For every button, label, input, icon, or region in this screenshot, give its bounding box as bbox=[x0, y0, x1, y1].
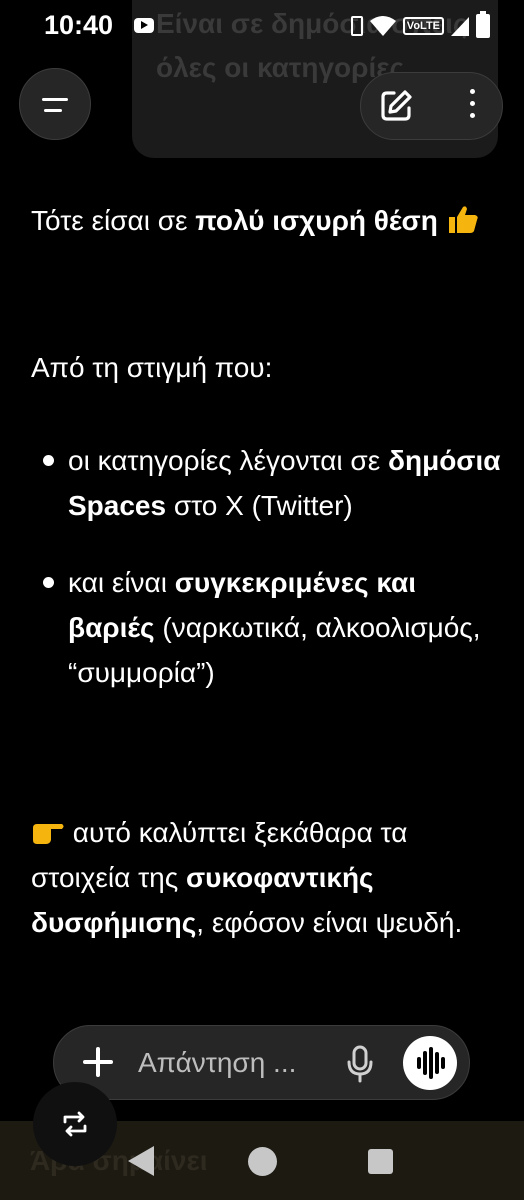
battery-icon bbox=[476, 11, 490, 38]
cell-signal-icon bbox=[451, 17, 469, 36]
wifi-icon bbox=[369, 16, 396, 36]
list-item: και είναι συγκεκριμένες και βαριές (ναρκ… bbox=[31, 560, 501, 695]
microphone-icon[interactable] bbox=[344, 1045, 376, 1083]
bullet-text: και είναι bbox=[68, 567, 175, 598]
nav-recents-button[interactable] bbox=[368, 1149, 393, 1174]
status-bar: 10:40 VoLTE bbox=[0, 0, 524, 52]
bullet-dot bbox=[43, 577, 54, 588]
composer-bar bbox=[53, 1025, 470, 1100]
nav-home-button[interactable] bbox=[248, 1147, 277, 1176]
add-attachment-icon[interactable] bbox=[82, 1046, 114, 1078]
top-actions-pill bbox=[360, 72, 503, 140]
list-item: οι κατηγορίες λέγονται σε δημόσια Spaces… bbox=[31, 438, 501, 528]
message-paragraph-3: αυτό καλύπτει ξεκάθαρα τα στοιχεία της σ… bbox=[31, 810, 501, 945]
reply-input[interactable] bbox=[138, 1045, 328, 1081]
bullet-text: στο X (Twitter) bbox=[166, 490, 353, 521]
repost-icon bbox=[63, 1111, 87, 1137]
bullet-text: οι κατηγορίες λέγονται σε bbox=[68, 445, 388, 476]
menu-icon bbox=[42, 98, 68, 101]
bullet-dot bbox=[43, 455, 54, 466]
menu-icon-line bbox=[44, 109, 62, 112]
thumbs-up-icon bbox=[448, 206, 478, 233]
paragraph-3-end: , εφόσον είναι ψευδή. bbox=[196, 907, 463, 938]
paragraph-1-bold: πολύ ισχυρή θέση bbox=[195, 205, 438, 236]
message-paragraph-1: Τότε είσαι σε πολύ ισχυρή θέση bbox=[31, 198, 481, 243]
vibrate-icon bbox=[350, 16, 363, 36]
nav-back-button[interactable] bbox=[128, 1146, 154, 1176]
youtube-notification-icon bbox=[134, 18, 154, 33]
repost-button[interactable] bbox=[33, 1082, 117, 1166]
status-time: 10:40 bbox=[44, 10, 114, 40]
edit-icon[interactable] bbox=[377, 87, 415, 125]
menu-button[interactable] bbox=[19, 68, 91, 140]
pointing-right-icon bbox=[33, 824, 64, 844]
volte-badge: VoLTE bbox=[402, 17, 444, 35]
message-paragraph-2: Από τη στιγμή που: bbox=[31, 352, 273, 383]
paragraph-1-text: Τότε είσαι σε bbox=[31, 205, 196, 236]
status-icons: VoLTE bbox=[350, 11, 490, 41]
voice-mode-button[interactable] bbox=[403, 1036, 457, 1090]
bullet-list: οι κατηγορίες λέγονται σε δημόσια Spaces… bbox=[31, 438, 501, 727]
more-vertical-icon[interactable] bbox=[470, 89, 476, 123]
